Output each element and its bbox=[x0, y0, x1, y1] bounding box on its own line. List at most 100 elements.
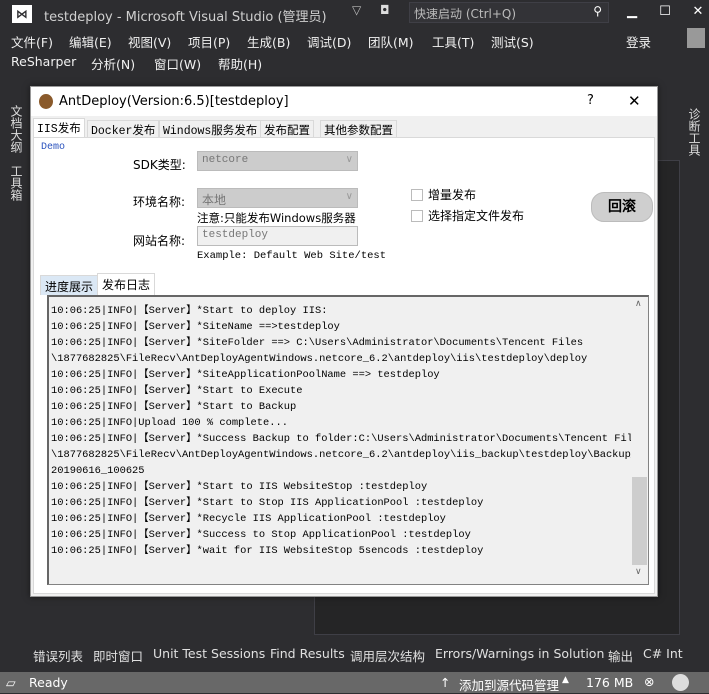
ant-icon bbox=[39, 94, 53, 109]
chevron-down-icon: ∨ bbox=[345, 191, 353, 202]
sidebar-diagnostic-tools[interactable]: 诊断工具 bbox=[686, 108, 703, 156]
select-files-label: 选择指定文件发布 bbox=[428, 209, 525, 223]
feedback-smiley-icon[interactable] bbox=[672, 674, 689, 691]
arrow-up-icon: ↑ bbox=[440, 675, 451, 690]
example-text: Example: Default Web Site/test bbox=[197, 250, 387, 262]
menu-resharper[interactable]: ReSharper bbox=[11, 54, 76, 69]
quick-launch-input[interactable]: 快速启动 (Ctrl+Q) ⚲ bbox=[409, 2, 609, 23]
menu-edit[interactable]: 编辑(E) bbox=[69, 32, 112, 51]
tab-other-config[interactable]: 其他参数配置 bbox=[320, 120, 397, 138]
close-window-button[interactable]: ✕ bbox=[688, 4, 708, 19]
rollback-button[interactable]: 回滚 bbox=[591, 192, 653, 222]
search-icon: ⚲ bbox=[593, 4, 602, 18]
menu-project[interactable]: 项目(P) bbox=[188, 32, 230, 51]
menu-tools[interactable]: 工具(T) bbox=[432, 32, 474, 51]
tab-error-list[interactable]: 错误列表 bbox=[33, 646, 83, 665]
minimize-button[interactable]: ▁ bbox=[622, 4, 642, 19]
demo-label[interactable]: Demo bbox=[41, 142, 65, 153]
env-select[interactable]: 本地 ∨ bbox=[197, 188, 358, 208]
dialog-title-bar: AntDeploy(Version:6.5)[testdeploy] ? ✕ bbox=[31, 87, 657, 116]
status-ready: Ready bbox=[29, 675, 68, 690]
log-scrollbar[interactable]: ∧ ∨ bbox=[631, 297, 648, 583]
tab-immediate[interactable]: 即时窗口 bbox=[93, 646, 143, 665]
log-line: 10:06:25|INFO|Upload 100 % complete... bbox=[51, 417, 288, 429]
site-name-input[interactable]: testdeploy bbox=[197, 226, 358, 246]
add-to-source-control[interactable]: 添加到源代码管理 bbox=[459, 675, 559, 694]
tab-csharp-interactive[interactable]: C# Int bbox=[643, 646, 683, 661]
scrollbar-thumb[interactable] bbox=[632, 477, 647, 565]
sidebar-document-outline[interactable]: 文档大纲 bbox=[8, 105, 25, 153]
publish-log-textarea[interactable]: 10:06:25|INFO|【Server】*Start to deploy I… bbox=[47, 295, 649, 585]
subtab-progress[interactable]: 进度展示 bbox=[40, 275, 99, 295]
sdk-select[interactable]: netcore ∨ bbox=[197, 151, 358, 171]
tab-iis[interactable]: IIS发布 bbox=[33, 118, 85, 138]
login-link[interactable]: 登录 bbox=[626, 32, 651, 51]
site-label: 网站名称: bbox=[133, 234, 186, 248]
menu-build[interactable]: 生成(B) bbox=[247, 32, 290, 51]
scroll-down-icon[interactable]: ∨ bbox=[635, 567, 642, 577]
log-line: 10:06:25|INFO|【Server】*Start to IIS Webs… bbox=[51, 481, 428, 493]
log-line: 10:06:25|INFO|【Server】*Recycle IIS Appli… bbox=[51, 513, 446, 525]
log-line: 10:06:25|INFO|【Server】*Start to Backup bbox=[51, 401, 297, 413]
maximize-button[interactable]: ☐ bbox=[655, 4, 675, 19]
quick-launch-placeholder: 快速启动 (Ctrl+Q) bbox=[414, 7, 517, 21]
dialog-title: AntDeploy(Version:6.5)[testdeploy] bbox=[59, 94, 289, 109]
log-line: 20190616_100625 bbox=[51, 465, 145, 477]
log-line: 10:06:25|INFO|【Server】*Start to Execute bbox=[51, 385, 303, 397]
incremental-label: 增量发布 bbox=[428, 188, 477, 202]
log-line: 10:06:25|INFO|【Server】*Start to Stop IIS… bbox=[51, 497, 484, 509]
log-line: 10:06:25|INFO|【Server】*SiteApplicationPo… bbox=[51, 369, 440, 381]
filter-icon[interactable]: ▽ bbox=[352, 3, 361, 17]
tab-find-results[interactable]: Find Results bbox=[270, 646, 345, 661]
log-line: 10:06:25|INFO|【Server】*SiteFolder ==> C:… bbox=[51, 337, 584, 349]
log-line: 10:06:25|INFO|【Server】*Success to Stop A… bbox=[51, 529, 471, 541]
window-title: testdeploy - Microsoft Visual Studio (管理… bbox=[44, 10, 327, 25]
menu-analyze[interactable]: 分析(N) bbox=[91, 54, 135, 73]
menu-test[interactable]: 测试(S) bbox=[491, 32, 534, 51]
tab-call-hierarchy[interactable]: 调用层次结构 bbox=[350, 646, 425, 665]
help-button[interactable]: ? bbox=[587, 93, 594, 108]
menu-debug[interactable]: 调试(D) bbox=[307, 32, 351, 51]
menu-help[interactable]: 帮助(H) bbox=[218, 54, 262, 73]
menu-view[interactable]: 视图(V) bbox=[128, 32, 171, 51]
log-line: 10:06:25|INFO|【Server】*wait for IIS Webs… bbox=[51, 545, 484, 557]
title-bar: ⋈ testdeploy - Microsoft Visual Studio (… bbox=[0, 0, 709, 28]
tab-errors-warnings[interactable]: Errors/Warnings in Solution bbox=[435, 646, 604, 661]
sidebar-toolbox[interactable]: 工具箱 bbox=[8, 165, 25, 201]
log-line: \1877682825\FileRecv\AntDeployAgentWindo… bbox=[51, 353, 588, 365]
log-line: 10:06:25|INFO|【Server】*Start to deploy I… bbox=[51, 305, 328, 317]
env-value: 本地 bbox=[202, 193, 227, 207]
menu-file[interactable]: 文件(F) bbox=[11, 32, 53, 51]
select-files-checkbox[interactable] bbox=[411, 210, 423, 222]
caret-up-icon: ▲ bbox=[562, 675, 569, 685]
antdeploy-dialog: AntDeploy(Version:6.5)[testdeploy] ? ✕ I… bbox=[30, 86, 658, 597]
notification-icon[interactable]: ⊗ bbox=[644, 674, 654, 689]
log-line: \1877682825\FileRecv\AntDeployAgentWindo… bbox=[51, 449, 638, 461]
feedback-icon[interactable]: ◘ bbox=[380, 3, 390, 17]
tab-publish-config[interactable]: 发布配置 bbox=[260, 120, 314, 138]
status-icon: ▱ bbox=[6, 675, 16, 690]
sdk-label: SDK类型: bbox=[133, 158, 186, 172]
tab-docker[interactable]: Docker发布 bbox=[87, 120, 160, 138]
log-line: 10:06:25|INFO|【Server】*SiteName ==>testd… bbox=[51, 321, 340, 333]
menu-team[interactable]: 团队(M) bbox=[368, 32, 414, 51]
scroll-up-icon[interactable]: ∧ bbox=[635, 299, 642, 309]
dialog-close-button[interactable]: ✕ bbox=[628, 92, 641, 110]
status-bar: ▱ Ready ↑ 添加到源代码管理 ▲ 176 MB ⊗ bbox=[0, 672, 709, 693]
incremental-checkbox[interactable] bbox=[411, 189, 423, 201]
user-avatar-icon[interactable] bbox=[687, 28, 705, 48]
tab-unit-test-sessions[interactable]: Unit Test Sessions bbox=[153, 646, 265, 661]
iis-tab-page: Demo SDK类型: netcore ∨ 环境名称: 本地 ∨ 注意:只能发布Wi… bbox=[33, 137, 655, 594]
log-line: 10:06:25|INFO|【Server】*Success Backup to… bbox=[51, 433, 646, 445]
tab-windows-service[interactable]: Windows服务发布 bbox=[159, 120, 262, 138]
note-text: 注意:只能发布Windows服务器 bbox=[197, 211, 356, 225]
memory-usage: 176 MB bbox=[586, 675, 634, 690]
env-label: 环境名称: bbox=[133, 195, 186, 209]
subtab-publish-log[interactable]: 发布日志 bbox=[97, 273, 156, 295]
menu-window[interactable]: 窗口(W) bbox=[154, 54, 201, 73]
sdk-value: netcore bbox=[202, 154, 249, 166]
log-lines: 10:06:25|INFO|【Server】*Start to deploy I… bbox=[51, 303, 646, 559]
chevron-down-icon: ∨ bbox=[345, 155, 353, 166]
visual-studio-logo-icon: ⋈ bbox=[12, 5, 32, 23]
tab-output[interactable]: 输出 bbox=[608, 646, 633, 665]
